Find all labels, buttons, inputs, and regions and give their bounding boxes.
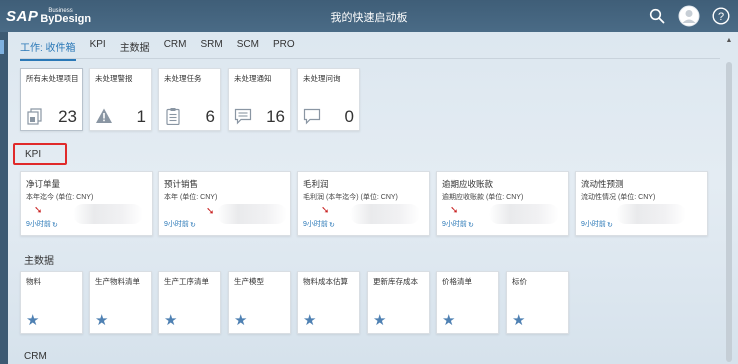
tab-divider: [20, 58, 720, 59]
tile-title: 生产物料清单: [95, 277, 140, 286]
master-data-section-title: 主数据: [24, 256, 54, 267]
kpi-value-blurred: [350, 204, 420, 224]
kpi-title: 流动性预测: [581, 179, 624, 189]
trend-down-arrow-icon: ➘: [34, 205, 43, 216]
shell-header: SAP Business ByDesign 我的快速启动板 ?: [0, 0, 738, 32]
favorite-star-icon: ★: [26, 312, 40, 329]
side-navigation-marker: [0, 40, 4, 54]
favorite-star-icon: ★: [303, 312, 317, 329]
user-avatar-button[interactable]: [678, 5, 700, 27]
kpi-timestamp: 9小时前: [26, 221, 51, 228]
tile-title: 标价: [512, 277, 527, 286]
trend-down-arrow-icon: ➘: [450, 205, 459, 216]
clipboard-task-icon: [166, 108, 180, 125]
master-data-tile-list-price[interactable]: 标价 ★: [506, 271, 569, 334]
favorite-star-icon: ★: [164, 312, 178, 329]
favorite-star-icon: ★: [234, 312, 248, 329]
help-button[interactable]: ?: [710, 5, 732, 27]
tile-title: 生产模型: [234, 277, 264, 286]
refresh-icon[interactable]: ↻: [607, 221, 613, 229]
kpi-value-blurred: [616, 204, 686, 224]
scroll-up-icon[interactable]: ▲: [724, 36, 734, 46]
master-data-tile-production-routing[interactable]: 生产工序清单 ★: [158, 271, 221, 334]
tile-count: 1: [136, 107, 146, 126]
kpi-title: 毛利润: [303, 179, 329, 189]
tile-title: 未处理问询: [303, 74, 341, 83]
help-icon: ?: [712, 7, 730, 25]
search-button[interactable]: [646, 5, 668, 27]
refresh-icon[interactable]: ↻: [190, 221, 196, 229]
tile-count: 23: [58, 107, 77, 126]
master-data-tile-update-inventory-cost[interactable]: 更新库存成本 ★: [367, 271, 430, 334]
crm-section-title: CRM: [24, 351, 47, 362]
tile-title: 生产工序清单: [164, 277, 209, 286]
tile-count: 0: [344, 107, 354, 126]
kpi-title: 净订单量: [26, 179, 61, 189]
tile-title: 未处理通知: [234, 74, 272, 83]
kpi-tile-forecast-sales[interactable]: 预计销售 本年 (单位: CNY) ➘ 9小时前 ↻: [158, 171, 291, 236]
side-navigation-strip[interactable]: [0, 32, 8, 364]
kpi-tile-gross-profit[interactable]: 毛利润 毛利润 (本年迄今) (单位: CNY) ➘ 9小时前 ↻: [297, 171, 430, 236]
kpi-tile-overdue-receivables[interactable]: 逾期应收账款 逾期应收账款 (单位: CNY) ➘ 9小时前 ↻: [436, 171, 569, 236]
kpi-subtitle: 逾期应收账款 (单位: CNY): [442, 194, 524, 201]
inbox-tile-open-notifications[interactable]: 未处理通知 16: [228, 68, 291, 131]
kpi-value-blurred: [73, 204, 143, 224]
message-icon: [234, 108, 252, 125]
tile-count: 6: [205, 107, 215, 126]
tile-title: 价格清单: [442, 277, 472, 286]
master-data-tile-price-list[interactable]: 价格清单 ★: [436, 271, 499, 334]
kpi-section-title: KPI: [25, 149, 42, 160]
kpi-timestamp: 9小时前: [581, 221, 606, 228]
favorite-star-icon: ★: [512, 312, 526, 329]
kpi-value-blurred: [489, 204, 559, 224]
trend-down-arrow-icon: ➘: [206, 206, 215, 217]
page-title: 我的快速启动板: [330, 12, 408, 24]
kpi-subtitle: 毛利润 (本年迄今) (单位: CNY): [303, 194, 398, 201]
inbox-tile-open-tasks[interactable]: 未处理任务 6: [158, 68, 221, 131]
tile-title: 物料成本估算: [303, 277, 348, 286]
inbox-tile-all-open-items[interactable]: 所有未处理项目 23: [20, 68, 83, 131]
tile-title: 未处理任务: [164, 74, 202, 83]
kpi-timestamp: 9小时前: [442, 221, 467, 228]
svg-text:?: ?: [718, 11, 724, 23]
trend-down-arrow-icon: ➘: [321, 205, 330, 216]
master-data-tile-production-model[interactable]: 生产模型 ★: [228, 271, 291, 334]
kpi-tile-liquidity-forecast[interactable]: 流动性预测 流动性情况 (单位: CNY) 9小时前 ↻: [575, 171, 708, 236]
favorite-star-icon: ★: [442, 312, 456, 329]
kpi-title: 逾期应收账款: [442, 179, 494, 189]
favorite-star-icon: ★: [95, 312, 109, 329]
kpi-title: 预计销售: [164, 179, 199, 189]
kpi-subtitle: 本年迄今 (单位: CNY): [26, 194, 94, 201]
inbox-tile-open-alerts[interactable]: 未处理警报 1: [89, 68, 152, 131]
inbox-tile-open-queries[interactable]: 未处理问询 0: [297, 68, 360, 131]
avatar-icon: [678, 5, 700, 27]
vertical-scrollbar[interactable]: ▲: [724, 36, 734, 364]
tile-title: 未处理警报: [95, 74, 133, 83]
warning-icon: [96, 108, 112, 123]
master-data-tile-material-cost-estimate[interactable]: 物料成本估算 ★: [297, 271, 360, 334]
kpi-value-blurred: [217, 204, 287, 224]
document-stack-icon: [27, 108, 42, 125]
tile-title: 更新库存成本: [373, 277, 418, 286]
master-data-tile-production-bom[interactable]: 生产物料清单 ★: [89, 271, 152, 334]
refresh-icon[interactable]: ↻: [329, 221, 335, 229]
kpi-timestamp: 9小时前: [303, 221, 328, 228]
master-data-tile-material[interactable]: 物料 ★: [20, 271, 83, 334]
chat-bubble-icon: [303, 108, 321, 125]
refresh-icon[interactable]: ↻: [468, 221, 474, 229]
kpi-timestamp: 9小时前: [164, 221, 189, 228]
search-icon: [649, 8, 665, 24]
tile-title: 所有未处理项目: [26, 74, 79, 83]
tile-title: 物料: [26, 277, 41, 286]
scrollbar-thumb[interactable]: [726, 62, 732, 362]
tile-count: 16: [266, 107, 285, 126]
kpi-subtitle: 流动性情况 (单位: CNY): [581, 194, 656, 201]
kpi-tile-net-orders[interactable]: 净订单量 本年迄今 (单位: CNY) ➘ 9小时前 ↻: [20, 171, 153, 236]
refresh-icon[interactable]: ↻: [52, 221, 58, 229]
favorite-star-icon: ★: [373, 312, 387, 329]
kpi-subtitle: 本年 (单位: CNY): [164, 194, 218, 201]
